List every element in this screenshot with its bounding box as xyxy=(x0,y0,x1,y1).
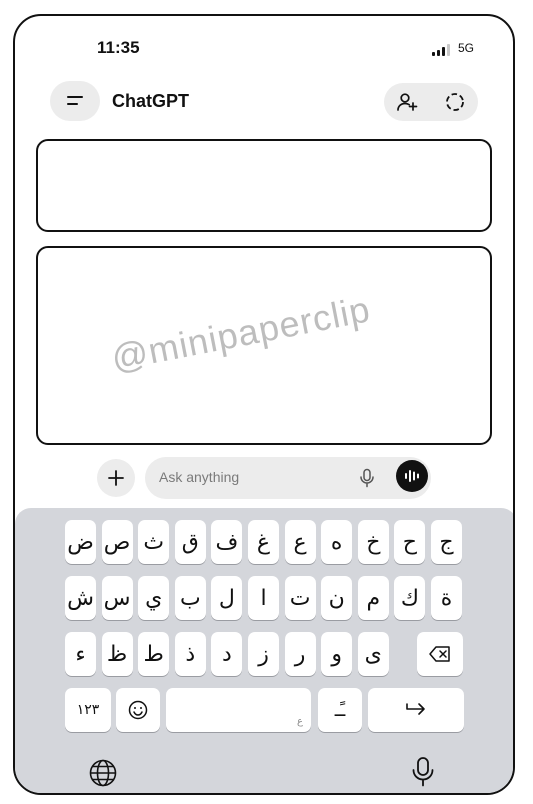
return-icon xyxy=(406,703,425,715)
phone-frame: 11:35 5G ChatGPT @minipaperclip Ask anyt… xyxy=(13,14,515,795)
status-time: 11:35 xyxy=(97,38,140,57)
header-actions xyxy=(384,83,478,121)
letter-key[interactable]: ى xyxy=(357,632,389,676)
app-title: ChatGPT xyxy=(112,91,190,111)
temporary-chat-icon xyxy=(446,93,464,111)
letter-key[interactable]: ق xyxy=(174,520,206,564)
letter-key[interactable]: ك xyxy=(394,576,426,620)
letter-key[interactable]: ح xyxy=(394,520,426,564)
letter-key[interactable]: ة xyxy=(431,576,462,620)
letter-key[interactable]: ع xyxy=(284,520,316,564)
backspace-key[interactable] xyxy=(417,632,463,676)
add-person-icon xyxy=(397,93,418,111)
temporary-chat-button[interactable] xyxy=(432,83,478,121)
letter-key[interactable]: ف xyxy=(211,520,243,564)
letter-key[interactable]: م xyxy=(357,576,389,620)
letter-key[interactable]: ه xyxy=(321,520,353,564)
emoji-icon xyxy=(128,700,148,720)
letter-key[interactable]: ض xyxy=(65,520,96,564)
space-key[interactable]: ع xyxy=(166,688,311,732)
content-card-main: @minipaperclip xyxy=(36,246,492,445)
voice-mode-button[interactable] xyxy=(396,460,428,492)
signal-icon xyxy=(432,44,454,56)
backspace-icon xyxy=(429,646,450,662)
letter-key[interactable]: و xyxy=(321,632,353,676)
letter-key[interactable]: ذ xyxy=(174,632,206,676)
letter-key[interactable]: ر xyxy=(284,632,316,676)
letter-key[interactable]: ن xyxy=(321,576,353,620)
plus-icon xyxy=(108,470,124,486)
letter-key[interactable]: ج xyxy=(431,520,462,564)
numbers-key[interactable]: ١٢٣ xyxy=(65,688,111,732)
space-hint: ع xyxy=(297,716,303,727)
diacritic-key[interactable]: ـًـ xyxy=(318,688,362,732)
emoji-key[interactable] xyxy=(116,688,160,732)
letter-key[interactable]: ت xyxy=(284,576,316,620)
attach-button[interactable] xyxy=(97,459,135,497)
letter-key[interactable]: ص xyxy=(101,520,133,564)
voice-mode-icon xyxy=(405,470,419,482)
letter-key[interactable]: ط xyxy=(138,632,170,676)
letter-key[interactable]: ا xyxy=(248,576,279,620)
letter-key[interactable]: س xyxy=(101,576,133,620)
letter-key[interactable]: غ xyxy=(248,520,279,564)
network-label: 5G xyxy=(458,41,475,55)
content-card-top xyxy=(36,139,492,232)
letter-key[interactable]: ل xyxy=(211,576,243,620)
arabic-keyboard: ضصثقفغعهخحجشسيبلاتنمكةءظطذدزروى ١٢٣ ع ـً… xyxy=(15,508,513,793)
letter-key[interactable]: خ xyxy=(357,520,389,564)
letter-key[interactable]: ي xyxy=(138,576,170,620)
globe-icon[interactable] xyxy=(88,758,118,788)
letter-key[interactable]: ء xyxy=(65,632,96,676)
dictation-mic-icon[interactable] xyxy=(411,756,435,788)
ask-placeholder: Ask anything xyxy=(159,469,240,485)
return-key[interactable] xyxy=(368,688,464,732)
letter-key[interactable]: ظ xyxy=(101,632,133,676)
mic-icon xyxy=(360,468,374,488)
letter-key[interactable]: ث xyxy=(138,520,170,564)
add-person-button[interactable] xyxy=(384,83,430,121)
letter-key[interactable]: ب xyxy=(174,576,206,620)
letter-key[interactable]: ز xyxy=(248,632,279,676)
ask-input[interactable]: Ask anything xyxy=(145,457,431,499)
watermark-text: @minipaperclip xyxy=(107,288,374,379)
menu-button[interactable] xyxy=(50,81,100,121)
letter-key[interactable]: د xyxy=(211,632,243,676)
letter-key[interactable]: ش xyxy=(65,576,96,620)
